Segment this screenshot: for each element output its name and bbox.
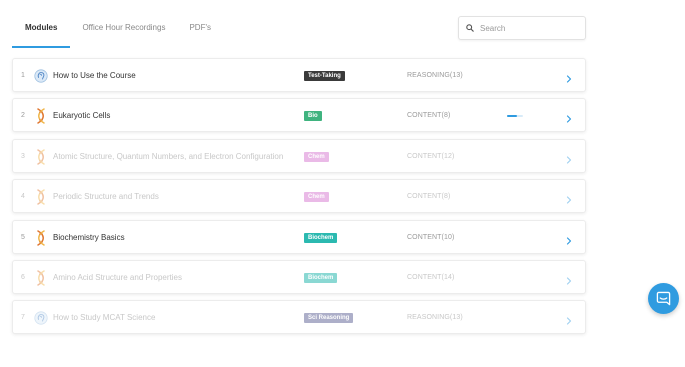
tab-modules[interactable]: Modules bbox=[12, 14, 71, 48]
chevron-right-icon[interactable] bbox=[565, 152, 573, 164]
chevron-right-icon[interactable] bbox=[565, 313, 573, 325]
module-title: Periodic Structure and Trends bbox=[53, 192, 159, 201]
subject-tag: Biochem bbox=[304, 273, 338, 283]
module-row[interactable]: 5 Biochemistry Basics Biochem CONTENT(10) bbox=[12, 220, 586, 254]
chevron-right-icon[interactable] bbox=[565, 71, 573, 83]
chevron-right-icon[interactable] bbox=[565, 273, 573, 285]
module-title: Eukaryotic Cells bbox=[53, 111, 111, 120]
module-title: Biochemistry Basics bbox=[53, 233, 125, 242]
chat-launcher-button[interactable] bbox=[648, 283, 679, 314]
dna-icon bbox=[34, 270, 48, 286]
dna-icon bbox=[34, 149, 48, 165]
subject-tag: Bio bbox=[304, 111, 322, 121]
module-number: 2 bbox=[21, 112, 25, 119]
module-title: Amino Acid Structure and Properties bbox=[53, 273, 182, 282]
subject-tag: Sci Reasoning bbox=[304, 313, 354, 323]
module-category: REASONING(13) bbox=[407, 314, 463, 321]
dna-icon bbox=[34, 230, 48, 246]
tab-bar: Modules Office Hour Recordings PDF's bbox=[12, 14, 223, 48]
module-title: Atomic Structure, Quantum Numbers, and E… bbox=[53, 152, 284, 161]
search-box[interactable] bbox=[458, 16, 586, 40]
module-row[interactable]: 7 How to Study MCAT Science Sci Reasoning R… bbox=[12, 300, 586, 334]
module-row[interactable]: 6 Amino Acid Structure and Properties Bioc… bbox=[12, 260, 586, 294]
brain-icon bbox=[34, 310, 48, 326]
subject-tag: Biochem bbox=[304, 233, 338, 243]
dna-icon bbox=[34, 189, 48, 205]
tab-office-hour-recordings[interactable]: Office Hour Recordings bbox=[70, 14, 177, 48]
module-row[interactable]: 4 Periodic Structure and Trends Chem CONTEN… bbox=[12, 179, 586, 213]
module-category: CONTENT(8) bbox=[407, 112, 451, 119]
subject-tag: Test-Taking bbox=[304, 71, 345, 81]
module-category: CONTENT(12) bbox=[407, 153, 455, 160]
module-row[interactable]: 1 How to Use the Course Test-Taking REASONI… bbox=[12, 58, 586, 92]
module-category: CONTENT(8) bbox=[407, 193, 451, 200]
module-number: 4 bbox=[21, 193, 25, 200]
module-title: How to Use the Course bbox=[53, 71, 136, 80]
progress-bar bbox=[507, 115, 523, 117]
module-row[interactable]: 3 Atomic Structure, Quantum Numbers, and … bbox=[12, 139, 586, 173]
module-number: 3 bbox=[21, 153, 25, 160]
brain-icon bbox=[34, 68, 48, 84]
progress-fill bbox=[507, 115, 517, 117]
search-input[interactable] bbox=[480, 23, 576, 33]
module-category: CONTENT(14) bbox=[407, 274, 455, 281]
module-category: CONTENT(10) bbox=[407, 234, 455, 241]
module-category: REASONING(13) bbox=[407, 72, 463, 79]
module-number: 7 bbox=[21, 314, 25, 321]
chat-bubble-icon bbox=[656, 291, 671, 306]
dna-icon bbox=[34, 108, 48, 124]
module-title: How to Study MCAT Science bbox=[53, 313, 156, 322]
tab-pdfs[interactable]: PDF's bbox=[177, 14, 223, 48]
chevron-right-icon[interactable] bbox=[565, 111, 573, 123]
subject-tag: Chem bbox=[304, 152, 329, 162]
module-number: 1 bbox=[21, 72, 25, 79]
subject-tag: Chem bbox=[304, 192, 329, 202]
search-icon bbox=[466, 24, 474, 32]
module-number: 5 bbox=[21, 234, 25, 241]
module-row[interactable]: 2 Eukaryotic Cells Bio CONTENT(8) bbox=[12, 98, 586, 132]
chevron-right-icon[interactable] bbox=[565, 192, 573, 204]
chevron-right-icon[interactable] bbox=[565, 233, 573, 245]
module-number: 6 bbox=[21, 274, 25, 281]
